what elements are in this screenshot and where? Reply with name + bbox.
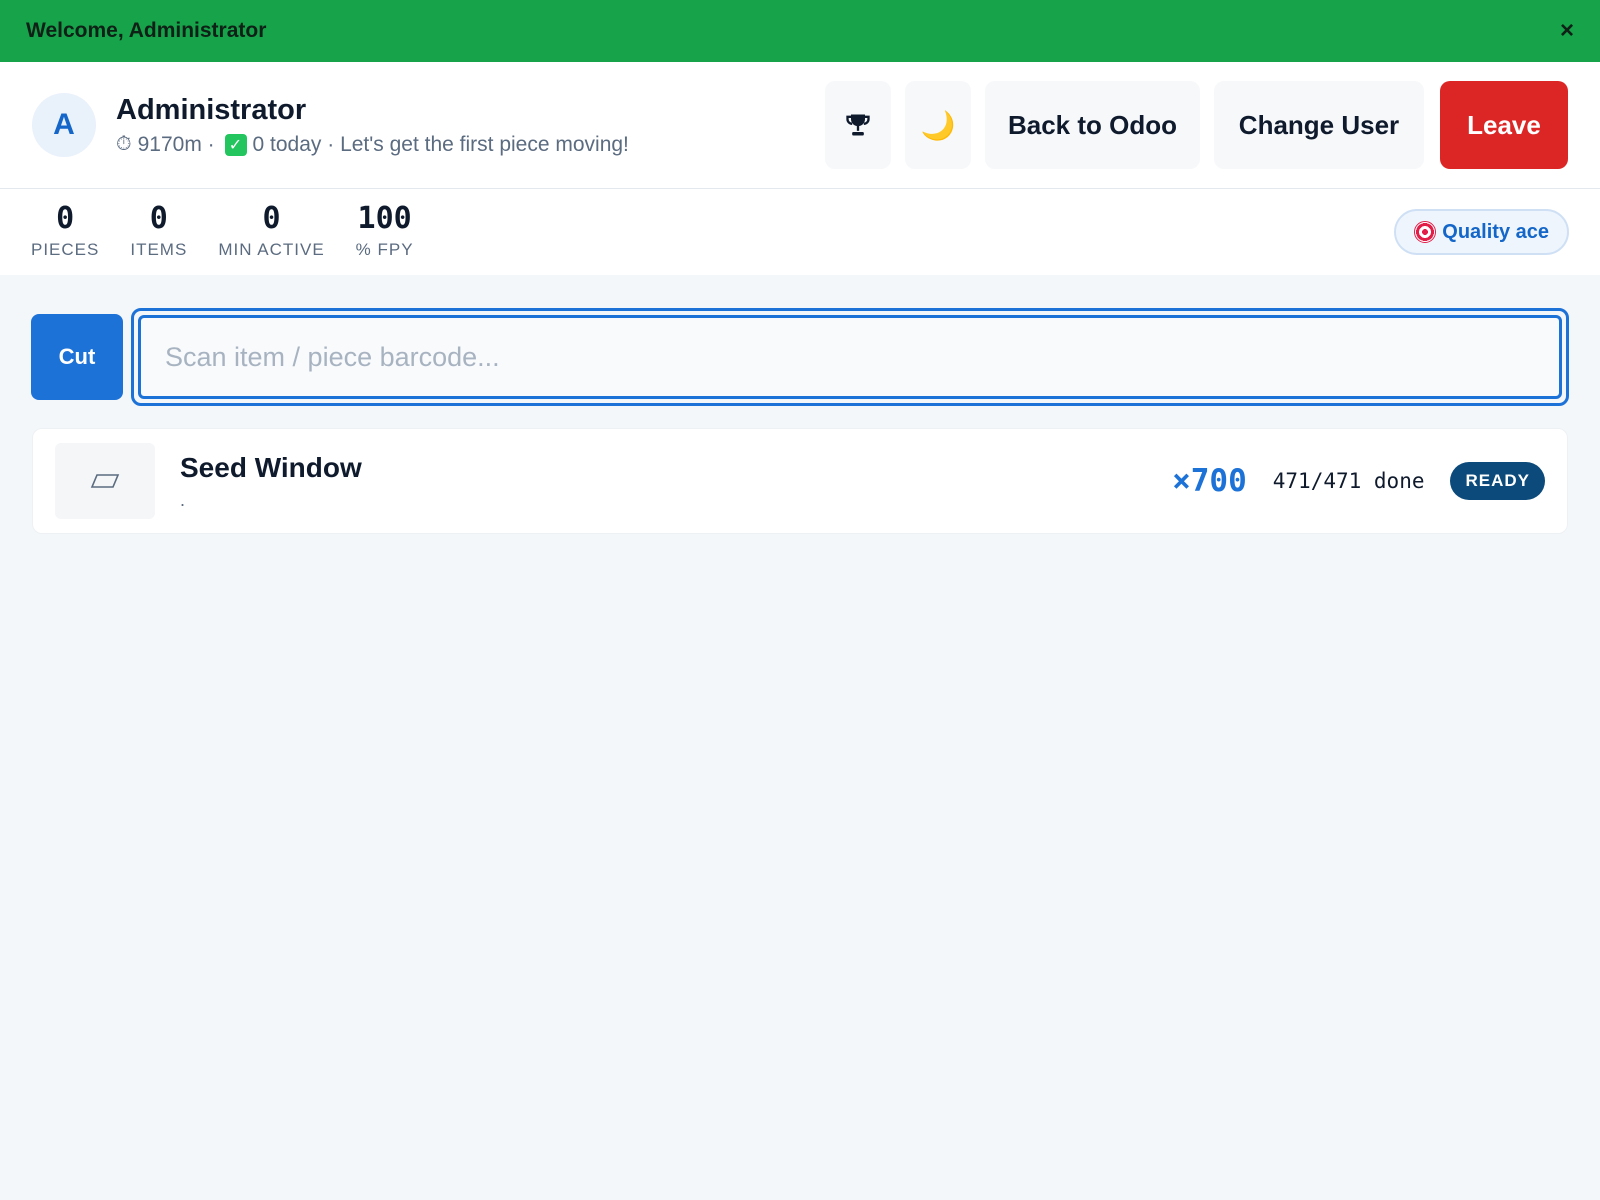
today-count: 0 today xyxy=(252,132,322,156)
stat-label: PIECES xyxy=(31,240,100,259)
welcome-banner: Welcome, Administrator × xyxy=(0,0,1600,62)
item-details: Seed Window . xyxy=(180,452,1172,511)
separator: · xyxy=(321,132,341,156)
mode-cut-button[interactable]: Cut xyxy=(31,314,123,400)
stat-value: 0 xyxy=(262,201,281,236)
user-info: Administrator ⏱ 9170m · ✓ 0 today · Let'… xyxy=(116,94,811,157)
separator: · xyxy=(201,132,221,156)
scan-input-focus-ring xyxy=(131,308,1569,406)
stat-items: 0 ITEMS xyxy=(130,204,187,260)
barcode-scan-input[interactable] xyxy=(138,315,1562,399)
item-subtitle: . xyxy=(180,489,186,510)
change-user-button[interactable]: Change User xyxy=(1214,81,1424,169)
stat-value: 100 xyxy=(357,201,412,236)
stopwatch-icon: ⏱ xyxy=(116,133,132,155)
close-icon[interactable]: × xyxy=(1560,19,1574,43)
back-to-odoo-button[interactable]: Back to Odoo xyxy=(985,81,1200,169)
quality-badge[interactable]: Quality ace xyxy=(1394,209,1569,255)
stat-value: 0 xyxy=(149,201,168,236)
check-icon: ✓ xyxy=(224,133,247,156)
list-item[interactable]: Seed Window . ×700 471/471 done READY xyxy=(32,428,1568,534)
stat-value: 0 xyxy=(56,201,75,236)
trophy-icon xyxy=(846,114,870,136)
scan-row: Cut xyxy=(0,308,1600,406)
motivation-message: Let's get the first piece moving! xyxy=(340,132,629,156)
stat-label: % FPY xyxy=(355,240,414,259)
minutes-value: 9170m xyxy=(137,132,202,156)
item-thumbnail xyxy=(55,443,155,519)
stat-label: ITEMS xyxy=(130,240,188,259)
avatar: A xyxy=(32,93,96,157)
leaderboard-button[interactable] xyxy=(825,81,891,169)
user-status-line: ⏱ 9170m · ✓ 0 today · Let's get the firs… xyxy=(116,133,811,157)
stat-fpy: 100 % FPY xyxy=(356,204,414,260)
stat-min-active: 0 MIN ACTIVE xyxy=(218,204,324,260)
leave-button[interactable]: Leave xyxy=(1440,81,1568,169)
target-icon xyxy=(1414,221,1437,243)
item-progress: 471/471 done xyxy=(1272,469,1425,493)
stat-label: MIN ACTIVE xyxy=(218,240,325,259)
item-title: Seed Window xyxy=(180,451,362,483)
welcome-text: Welcome, Administrator xyxy=(26,19,267,42)
quality-badge-label: Quality ace xyxy=(1442,220,1549,243)
window-shape-icon xyxy=(90,474,120,488)
moon-icon: 🌙 xyxy=(920,109,956,141)
status-badge: READY xyxy=(1450,462,1545,500)
stats-bar: 0 PIECES 0 ITEMS 0 MIN ACTIVE 100 % FPY … xyxy=(0,189,1600,275)
item-quantity: ×700 xyxy=(1172,463,1247,499)
theme-toggle-button[interactable]: 🌙 xyxy=(905,81,971,169)
user-name: Administrator xyxy=(116,93,307,126)
stat-pieces: 0 PIECES xyxy=(31,204,99,260)
operator-header: A Administrator ⏱ 9170m · ✓ 0 today · Le… xyxy=(0,62,1600,189)
